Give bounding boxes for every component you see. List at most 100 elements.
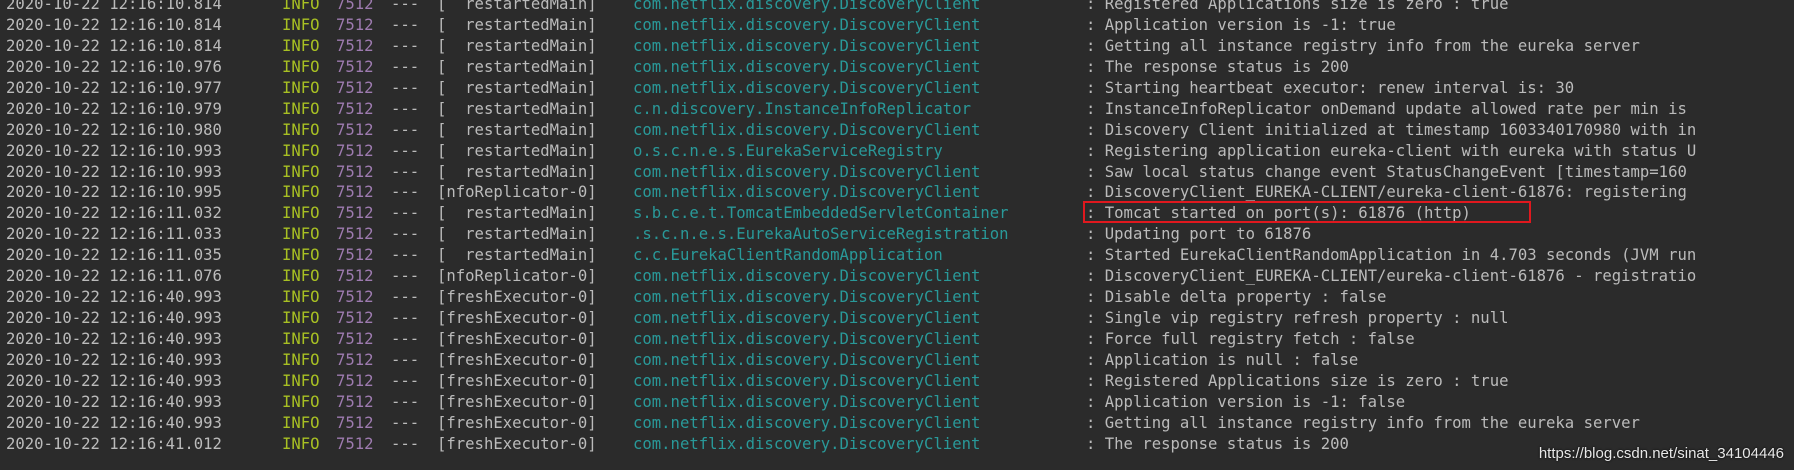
log-timestamp: 2020-10-22 12:16:10.814 xyxy=(6,0,222,13)
log-message: : InstanceInfoReplicator onDemand update… xyxy=(1086,99,1687,118)
log-pid: 7512 xyxy=(336,225,374,244)
log-pid: 7512 xyxy=(336,0,374,13)
log-message: : Application version is -1: false xyxy=(1086,392,1406,411)
log-level: INFO xyxy=(282,162,320,181)
log-level: INFO xyxy=(282,120,320,139)
log-logger[interactable]: com.netflix.discovery.DiscoveryClient xyxy=(633,350,980,371)
log-logger[interactable]: com.netflix.discovery.DiscoveryClient xyxy=(633,162,980,183)
log-pid: 7512 xyxy=(336,413,374,432)
log-separator: --- xyxy=(391,57,420,76)
log-level: INFO xyxy=(282,36,320,55)
log-pid: 7512 xyxy=(336,141,374,160)
log-message: : DiscoveryClient_EUREKA-CLIENT/eureka-c… xyxy=(1086,183,1687,202)
log-pid: 7512 xyxy=(336,288,374,307)
log-timestamp: 2020-10-22 12:16:10.814 xyxy=(6,36,222,55)
log-line: 2020-10-22 12:16:10.980 INFO 7512 --- [ … xyxy=(0,120,1794,141)
log-level: INFO xyxy=(282,99,320,118)
log-logger[interactable]: o.s.c.n.e.s.EurekaServiceRegistry xyxy=(633,141,943,162)
log-separator: --- xyxy=(391,204,420,223)
log-logger[interactable]: com.netflix.discovery.DiscoveryClient xyxy=(633,182,980,203)
log-level: INFO xyxy=(282,330,320,348)
log-logger[interactable]: c.n.discovery.InstanceInfoReplicator xyxy=(633,99,971,120)
log-message: : Disable delta property : false xyxy=(1086,288,1387,307)
log-message: : Saw local status change event StatusCh… xyxy=(1086,162,1687,181)
log-separator: --- xyxy=(391,120,420,139)
log-pid: 7512 xyxy=(336,330,374,348)
log-thread: [ restartedMain] xyxy=(437,78,597,97)
log-logger[interactable]: com.netflix.discovery.DiscoveryClient xyxy=(633,78,980,99)
log-logger[interactable]: s.b.c.e.t.TomcatEmbeddedServletContainer xyxy=(633,203,1009,224)
log-timestamp: 2020-10-22 12:16:40.993 xyxy=(6,392,222,411)
log-level: INFO xyxy=(282,267,320,286)
log-separator: --- xyxy=(391,225,420,244)
log-logger[interactable]: com.netflix.discovery.DiscoveryClient xyxy=(633,371,980,392)
log-line: 2020-10-22 12:16:40.993 INFO 7512 --- [f… xyxy=(0,287,1794,308)
log-timestamp: 2020-10-22 12:16:11.076 xyxy=(6,267,222,286)
log-thread: [freshExecutor-0] xyxy=(437,392,597,411)
log-timestamp: 2020-10-22 12:16:40.993 xyxy=(6,330,222,348)
log-message: : Registered Applications size is zero :… xyxy=(1086,0,1509,13)
log-timestamp: 2020-10-22 12:16:40.993 xyxy=(6,350,222,369)
log-timestamp: 2020-10-22 12:16:10.995 xyxy=(6,183,222,202)
log-thread: [ restartedMain] xyxy=(437,36,597,55)
log-pid: 7512 xyxy=(336,36,374,55)
log-logger[interactable]: c.c.EurekaClientRandomApplication xyxy=(633,245,943,266)
log-thread: [freshExecutor-0] xyxy=(437,350,597,369)
log-thread: [freshExecutor-0] xyxy=(437,434,597,453)
log-pid: 7512 xyxy=(336,246,374,265)
console-output[interactable]: 2020-10-22 12:16:10.814 INFO 7512 --- [ … xyxy=(0,0,1794,470)
log-logger[interactable]: com.netflix.discovery.DiscoveryClient xyxy=(633,0,980,15)
log-pid: 7512 xyxy=(336,371,374,390)
log-level: INFO xyxy=(282,15,320,34)
log-logger[interactable]: com.netflix.discovery.DiscoveryClient xyxy=(633,434,980,455)
log-timestamp: 2020-10-22 12:16:40.993 xyxy=(6,413,222,432)
log-pid: 7512 xyxy=(336,183,374,202)
log-message: : The response status is 200 xyxy=(1086,57,1349,76)
log-logger[interactable]: com.netflix.discovery.DiscoveryClient xyxy=(633,266,980,287)
log-timestamp: 2020-10-22 12:16:40.993 xyxy=(6,288,222,307)
log-pid: 7512 xyxy=(336,78,374,97)
log-logger[interactable]: com.netflix.discovery.DiscoveryClient xyxy=(633,15,980,36)
log-separator: --- xyxy=(391,413,420,432)
log-pid: 7512 xyxy=(336,120,374,139)
log-logger[interactable]: com.netflix.discovery.DiscoveryClient xyxy=(633,392,980,413)
log-separator: --- xyxy=(391,267,420,286)
log-pid: 7512 xyxy=(336,309,374,328)
log-line: 2020-10-22 12:16:40.993 INFO 7512 --- [f… xyxy=(0,392,1794,413)
log-line: 2020-10-22 12:16:11.035 INFO 7512 --- [ … xyxy=(0,245,1794,266)
log-logger[interactable]: com.netflix.discovery.DiscoveryClient xyxy=(633,413,980,434)
log-logger[interactable]: com.netflix.discovery.DiscoveryClient xyxy=(633,329,980,350)
log-logger[interactable]: com.netflix.discovery.DiscoveryClient xyxy=(633,57,980,78)
log-thread: [freshExecutor-0] xyxy=(437,288,597,307)
log-line: 2020-10-22 12:16:10.814 INFO 7512 --- [ … xyxy=(0,0,1794,15)
log-timestamp: 2020-10-22 12:16:10.977 xyxy=(6,78,222,97)
log-pid: 7512 xyxy=(336,434,374,453)
log-separator: --- xyxy=(391,434,420,453)
log-level: INFO xyxy=(282,392,320,411)
log-message: : Application version is -1: true xyxy=(1086,15,1396,34)
log-logger[interactable]: com.netflix.discovery.DiscoveryClient xyxy=(633,120,980,141)
log-message: : DiscoveryClient_EUREKA-CLIENT/eureka-c… xyxy=(1086,267,1697,286)
log-thread: [nfoReplicator-0] xyxy=(437,267,597,286)
log-line: 2020-10-22 12:16:10.814 INFO 7512 --- [ … xyxy=(0,15,1794,36)
log-message: : Discovery Client initialized at timest… xyxy=(1086,120,1697,139)
log-level: INFO xyxy=(282,413,320,432)
log-line: 2020-10-22 12:16:10.814 INFO 7512 --- [ … xyxy=(0,36,1794,57)
log-logger[interactable]: .s.c.n.e.s.EurekaAutoServiceRegistration xyxy=(633,224,1009,245)
watermark: https://blog.csdn.net/sinat_34104446 xyxy=(1538,445,1784,462)
log-message: : Updating port to 61876 xyxy=(1086,225,1312,244)
log-message: : Starting heartbeat executor: renew int… xyxy=(1086,78,1575,97)
log-timestamp: 2020-10-22 12:16:10.993 xyxy=(6,141,222,160)
log-line: 2020-10-22 12:16:40.993 INFO 7512 --- [f… xyxy=(0,350,1794,371)
log-thread: [ restartedMain] xyxy=(437,99,597,118)
log-logger[interactable]: com.netflix.discovery.DiscoveryClient xyxy=(633,36,980,57)
log-logger[interactable]: com.netflix.discovery.DiscoveryClient xyxy=(633,308,980,329)
log-level: INFO xyxy=(282,57,320,76)
log-thread: [nfoReplicator-0] xyxy=(437,183,597,202)
log-line: 2020-10-22 12:16:11.032 INFO 7512 --- [ … xyxy=(0,203,1794,224)
log-line: 2020-10-22 12:16:10.977 INFO 7512 --- [ … xyxy=(0,78,1794,99)
log-logger[interactable]: com.netflix.discovery.DiscoveryClient xyxy=(633,287,980,308)
log-thread: [freshExecutor-0] xyxy=(437,413,597,432)
log-message: : Started EurekaClientRandomApplication … xyxy=(1086,246,1697,265)
log-thread: [ restartedMain] xyxy=(437,57,597,76)
